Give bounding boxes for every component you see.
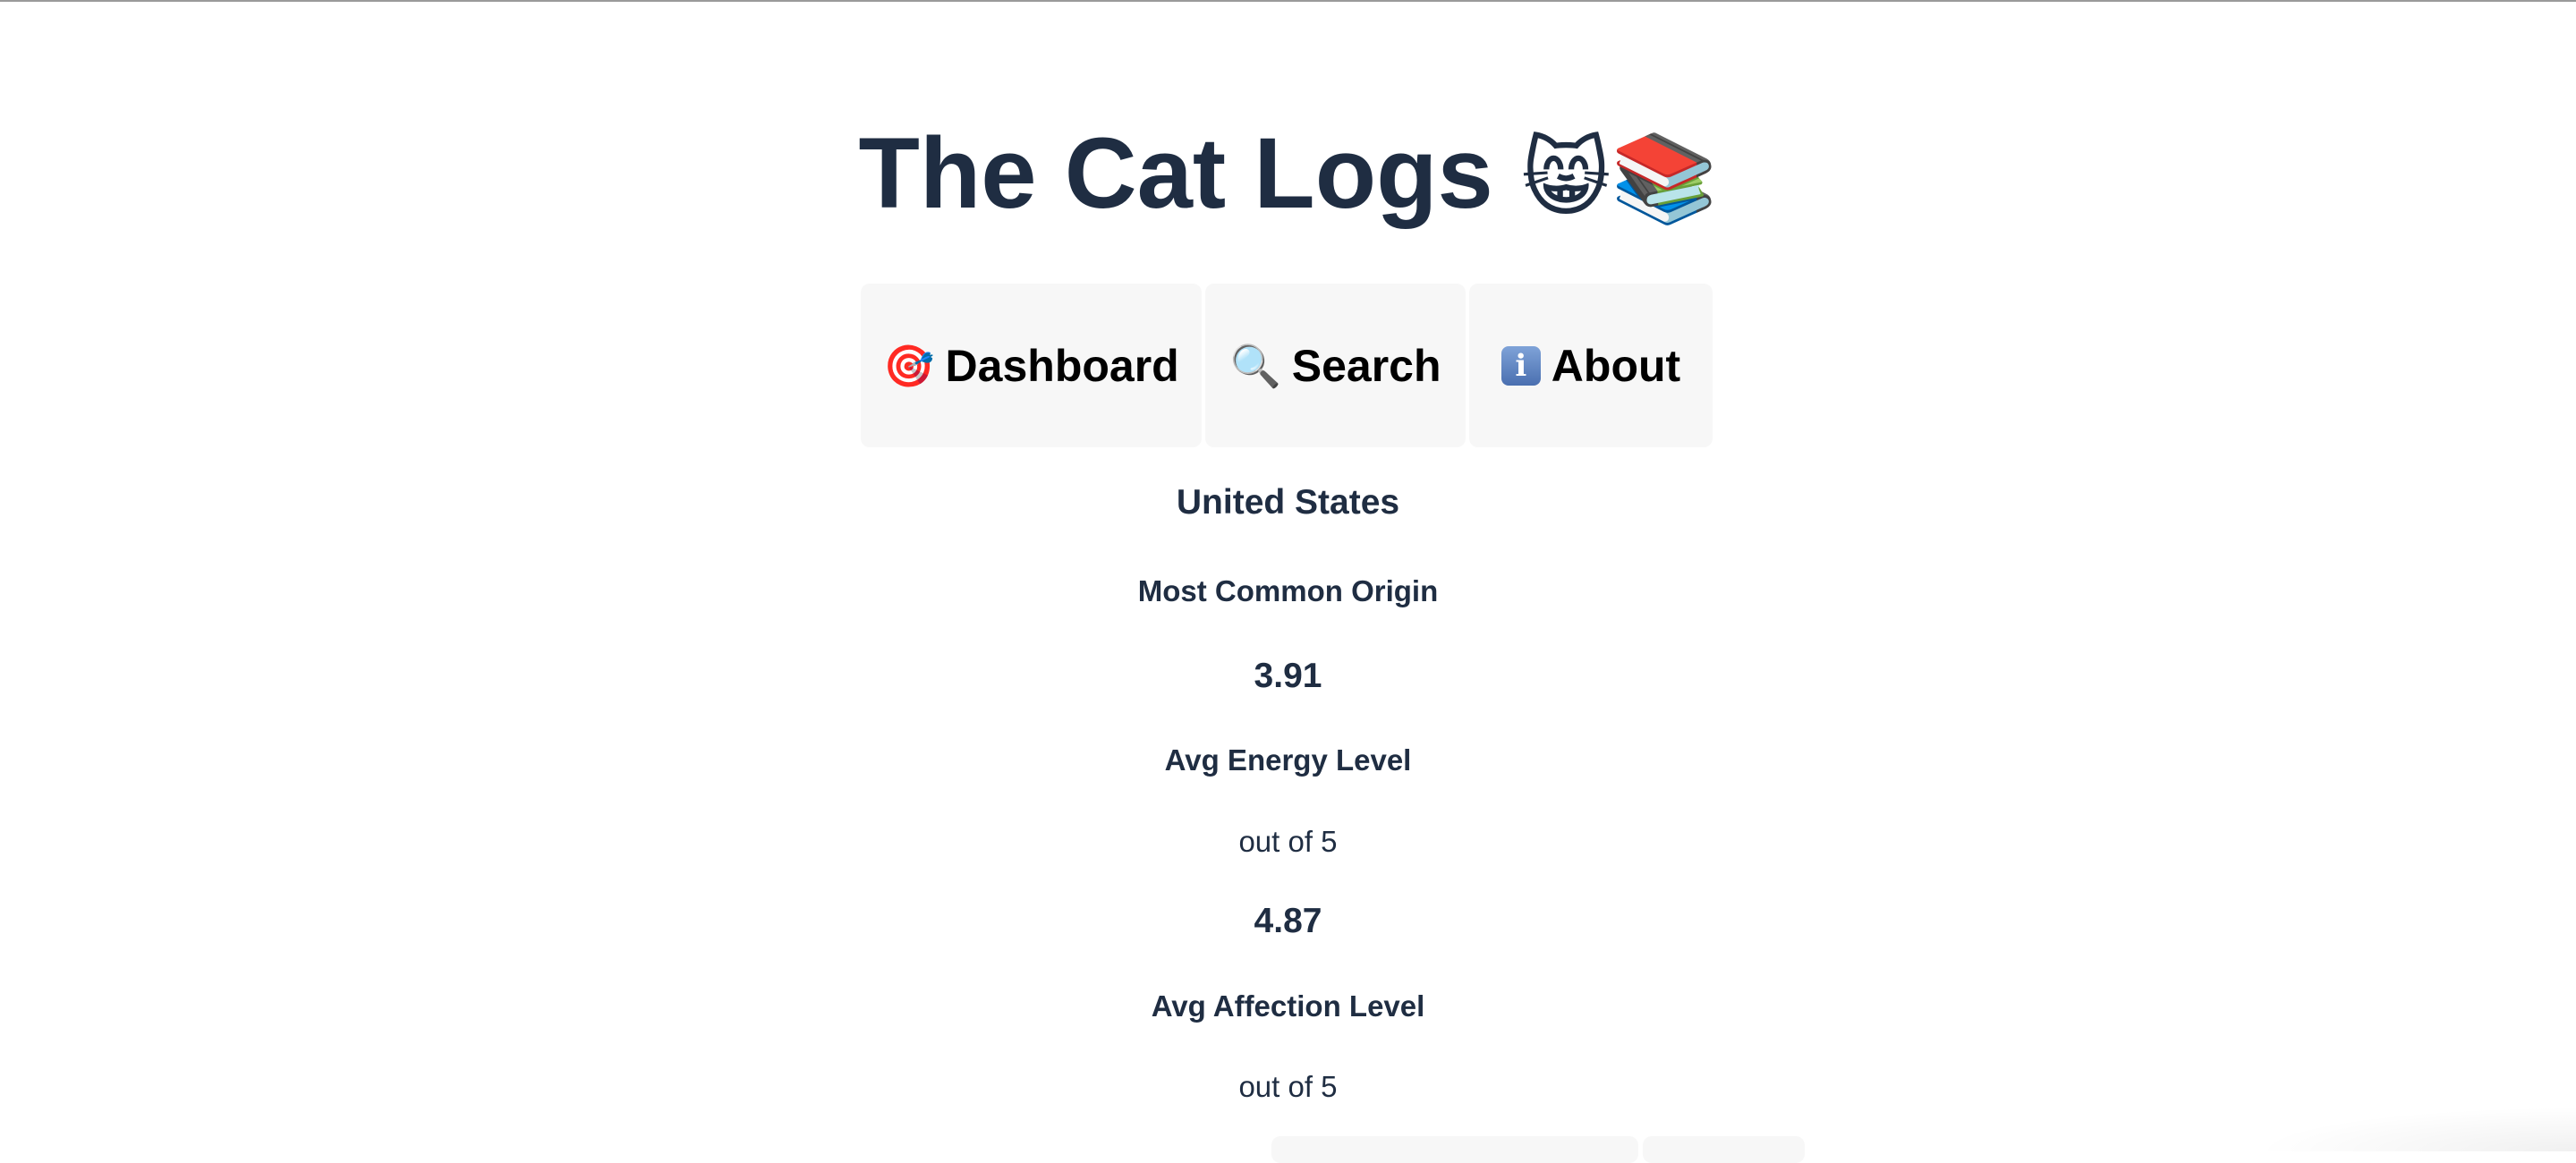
magnifier-icon: 🔍 <box>1229 341 1281 390</box>
partial-card[interactable] <box>1643 1136 1805 1163</box>
partial-card[interactable] <box>1271 1136 1638 1163</box>
affection-label: Avg Affection Level <box>1151 989 1425 1023</box>
tab-search[interactable]: 🔍 Search <box>1205 284 1466 447</box>
energy-value: 3.91 <box>1254 657 1322 695</box>
nav-tabs: 🎯 Dashboard 🔍 Search i About <box>861 284 1713 447</box>
tab-dashboard[interactable]: 🎯 Dashboard <box>861 284 1202 447</box>
affection-unit: out of 5 <box>1238 1070 1338 1103</box>
tab-dashboard-label: Dashboard <box>945 340 1179 391</box>
affection-value: 4.87 <box>1254 902 1322 940</box>
target-icon: 🎯 <box>883 341 935 390</box>
cat-books-emoji-icon: 😸📚 <box>1520 128 1718 228</box>
origin-label: Most Common Origin <box>1137 574 1439 607</box>
energy-unit: out of 5 <box>1238 825 1338 858</box>
tab-search-label: Search <box>1291 340 1441 391</box>
corner-shadow <box>2254 1107 2576 1151</box>
page-title-text: The Cat Logs <box>858 117 1493 229</box>
tab-about-label: About <box>1551 340 1681 391</box>
info-icon: i <box>1501 345 1541 386</box>
tab-about[interactable]: i About <box>1469 284 1713 447</box>
energy-label: Avg Energy Level <box>1164 743 1412 777</box>
origin-value: United States <box>1176 483 1400 522</box>
page-title: The Cat Logs 😸📚 <box>0 111 2576 241</box>
